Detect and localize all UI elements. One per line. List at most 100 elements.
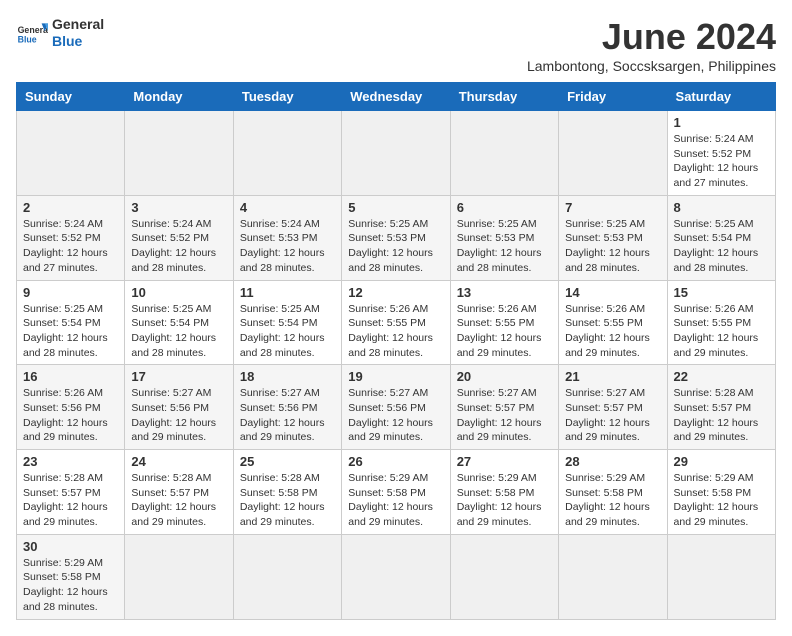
day-number: 16 xyxy=(23,369,118,384)
day-number: 12 xyxy=(348,285,443,300)
calendar-week-6: 30 Sunrise: 5:29 AM Sunset: 5:58 PM Dayli… xyxy=(17,534,776,619)
calendar-cell xyxy=(450,111,558,196)
day-info: Sunrise: 5:26 AM Sunset: 5:55 PM Dayligh… xyxy=(348,302,443,361)
calendar-cell xyxy=(559,534,667,619)
day-info: Sunrise: 5:26 AM Sunset: 5:55 PM Dayligh… xyxy=(457,302,552,361)
calendar-cell: 20 Sunrise: 5:27 AM Sunset: 5:57 PM Dayli… xyxy=(450,365,558,450)
weekday-header-monday: Monday xyxy=(125,83,233,111)
calendar-subtitle: Lambontong, Soccsksargen, Philippines xyxy=(527,58,776,74)
calendar-cell: 27Sunrise: 5:29 AM Sunset: 5:58 PM Dayli… xyxy=(450,450,558,535)
calendar-cell xyxy=(667,534,775,619)
header: General Blue General Blue June 2024 Lamb… xyxy=(16,16,776,74)
day-number: 11 xyxy=(240,285,335,300)
calendar-week-5: 23Sunrise: 5:28 AM Sunset: 5:57 PM Dayli… xyxy=(17,450,776,535)
day-number: 6 xyxy=(457,200,552,215)
day-number: 8 xyxy=(674,200,769,215)
calendar-cell: 14Sunrise: 5:26 AM Sunset: 5:55 PM Dayli… xyxy=(559,280,667,365)
calendar-cell: 8 Sunrise: 5:25 AM Sunset: 5:54 PM Daylig… xyxy=(667,195,775,280)
day-info: Sunrise: 5:25 AM Sunset: 5:53 PM Dayligh… xyxy=(348,217,443,276)
weekday-header-saturday: Saturday xyxy=(667,83,775,111)
day-number: 29 xyxy=(674,454,769,469)
day-info: Sunrise: 5:24 AM Sunset: 5:52 PM Dayligh… xyxy=(23,217,118,276)
calendar-cell xyxy=(17,111,125,196)
calendar-cell: 12 Sunrise: 5:26 AM Sunset: 5:55 PM Dayli… xyxy=(342,280,450,365)
calendar-cell xyxy=(233,111,341,196)
day-info: Sunrise: 5:24 AM Sunset: 5:52 PM Dayligh… xyxy=(131,217,226,276)
day-info: Sunrise: 5:25 AM Sunset: 5:54 PM Dayligh… xyxy=(131,302,226,361)
weekday-header-tuesday: Tuesday xyxy=(233,83,341,111)
day-number: 7 xyxy=(565,200,660,215)
logo-icon: General Blue xyxy=(16,17,48,49)
calendar-week-2: 2 Sunrise: 5:24 AM Sunset: 5:52 PM Daylig… xyxy=(17,195,776,280)
weekday-header-friday: Friday xyxy=(559,83,667,111)
day-info: Sunrise: 5:28 AM Sunset: 5:58 PM Dayligh… xyxy=(240,471,335,530)
day-number: 18 xyxy=(240,369,335,384)
day-number: 27 xyxy=(457,454,552,469)
day-info: Sunrise: 5:28 AM Sunset: 5:57 PM Dayligh… xyxy=(131,471,226,530)
day-info: Sunrise: 5:24 AM Sunset: 5:53 PM Dayligh… xyxy=(240,217,335,276)
calendar-cell: 23Sunrise: 5:28 AM Sunset: 5:57 PM Dayli… xyxy=(17,450,125,535)
weekday-header-sunday: Sunday xyxy=(17,83,125,111)
day-number: 20 xyxy=(457,369,552,384)
day-number: 2 xyxy=(23,200,118,215)
day-info: Sunrise: 5:25 AM Sunset: 5:53 PM Dayligh… xyxy=(565,217,660,276)
calendar-cell: 10 Sunrise: 5:25 AM Sunset: 5:54 PM Dayli… xyxy=(125,280,233,365)
svg-text:Blue: Blue xyxy=(18,34,37,44)
day-number: 25 xyxy=(240,454,335,469)
day-number: 14 xyxy=(565,285,660,300)
day-number: 3 xyxy=(131,200,226,215)
day-info: Sunrise: 5:25 AM Sunset: 5:54 PM Dayligh… xyxy=(674,217,769,276)
day-number: 1 xyxy=(674,115,769,130)
calendar-cell: 30 Sunrise: 5:29 AM Sunset: 5:58 PM Dayli… xyxy=(17,534,125,619)
calendar-cell: 4 Sunrise: 5:24 AM Sunset: 5:53 PM Daylig… xyxy=(233,195,341,280)
day-info: Sunrise: 5:26 AM Sunset: 5:55 PM Dayligh… xyxy=(674,302,769,361)
calendar-cell xyxy=(125,111,233,196)
day-info: Sunrise: 5:29 AM Sunset: 5:58 PM Dayligh… xyxy=(674,471,769,530)
weekday-header-thursday: Thursday xyxy=(450,83,558,111)
day-number: 13 xyxy=(457,285,552,300)
day-info: Sunrise: 5:25 AM Sunset: 5:54 PM Dayligh… xyxy=(240,302,335,361)
calendar-cell: 18 Sunrise: 5:27 AM Sunset: 5:56 PM Dayli… xyxy=(233,365,341,450)
day-number: 5 xyxy=(348,200,443,215)
calendar-cell: 17 Sunrise: 5:27 AM Sunset: 5:56 PM Dayli… xyxy=(125,365,233,450)
day-number: 30 xyxy=(23,539,118,554)
day-number: 10 xyxy=(131,285,226,300)
day-info: Sunrise: 5:24 AM Sunset: 5:52 PM Dayligh… xyxy=(674,132,769,191)
calendar-cell: 24 Sunrise: 5:28 AM Sunset: 5:57 PM Dayli… xyxy=(125,450,233,535)
calendar-table: SundayMondayTuesdayWednesdayThursdayFrid… xyxy=(16,82,776,620)
day-number: 21 xyxy=(565,369,660,384)
day-number: 4 xyxy=(240,200,335,215)
title-area: June 2024 Lambontong, Soccsksargen, Phil… xyxy=(527,16,776,74)
day-info: Sunrise: 5:27 AM Sunset: 5:57 PM Dayligh… xyxy=(457,386,552,445)
calendar-cell xyxy=(450,534,558,619)
day-info: Sunrise: 5:28 AM Sunset: 5:57 PM Dayligh… xyxy=(674,386,769,445)
day-number: 24 xyxy=(131,454,226,469)
day-number: 28 xyxy=(565,454,660,469)
calendar-cell: 5 Sunrise: 5:25 AM Sunset: 5:53 PM Daylig… xyxy=(342,195,450,280)
calendar-cell: 7 Sunrise: 5:25 AM Sunset: 5:53 PM Daylig… xyxy=(559,195,667,280)
calendar-cell: 22Sunrise: 5:28 AM Sunset: 5:57 PM Dayli… xyxy=(667,365,775,450)
calendar-cell: 16Sunrise: 5:26 AM Sunset: 5:56 PM Dayli… xyxy=(17,365,125,450)
calendar-cell: 2 Sunrise: 5:24 AM Sunset: 5:52 PM Daylig… xyxy=(17,195,125,280)
calendar-cell: 3 Sunrise: 5:24 AM Sunset: 5:52 PM Daylig… xyxy=(125,195,233,280)
day-number: 9 xyxy=(23,285,118,300)
day-info: Sunrise: 5:29 AM Sunset: 5:58 PM Dayligh… xyxy=(23,556,118,615)
calendar-title: June 2024 xyxy=(527,16,776,58)
calendar-cell: 9 Sunrise: 5:25 AM Sunset: 5:54 PM Daylig… xyxy=(17,280,125,365)
calendar-week-3: 9 Sunrise: 5:25 AM Sunset: 5:54 PM Daylig… xyxy=(17,280,776,365)
calendar-cell: 11 Sunrise: 5:25 AM Sunset: 5:54 PM Dayli… xyxy=(233,280,341,365)
weekday-header-wednesday: Wednesday xyxy=(342,83,450,111)
day-number: 17 xyxy=(131,369,226,384)
calendar-cell: 28 Sunrise: 5:29 AM Sunset: 5:58 PM Dayli… xyxy=(559,450,667,535)
logo-general-text: General xyxy=(52,16,104,33)
day-info: Sunrise: 5:27 AM Sunset: 5:56 PM Dayligh… xyxy=(240,386,335,445)
calendar-cell xyxy=(125,534,233,619)
calendar-cell: 15 Sunrise: 5:26 AM Sunset: 5:55 PM Dayli… xyxy=(667,280,775,365)
day-number: 15 xyxy=(674,285,769,300)
day-info: Sunrise: 5:25 AM Sunset: 5:54 PM Dayligh… xyxy=(23,302,118,361)
day-number: 19 xyxy=(348,369,443,384)
day-info: Sunrise: 5:27 AM Sunset: 5:57 PM Dayligh… xyxy=(565,386,660,445)
calendar-week-1: 1 Sunrise: 5:24 AM Sunset: 5:52 PM Daylig… xyxy=(17,111,776,196)
day-info: Sunrise: 5:29 AM Sunset: 5:58 PM Dayligh… xyxy=(565,471,660,530)
day-info: Sunrise: 5:27 AM Sunset: 5:56 PM Dayligh… xyxy=(131,386,226,445)
